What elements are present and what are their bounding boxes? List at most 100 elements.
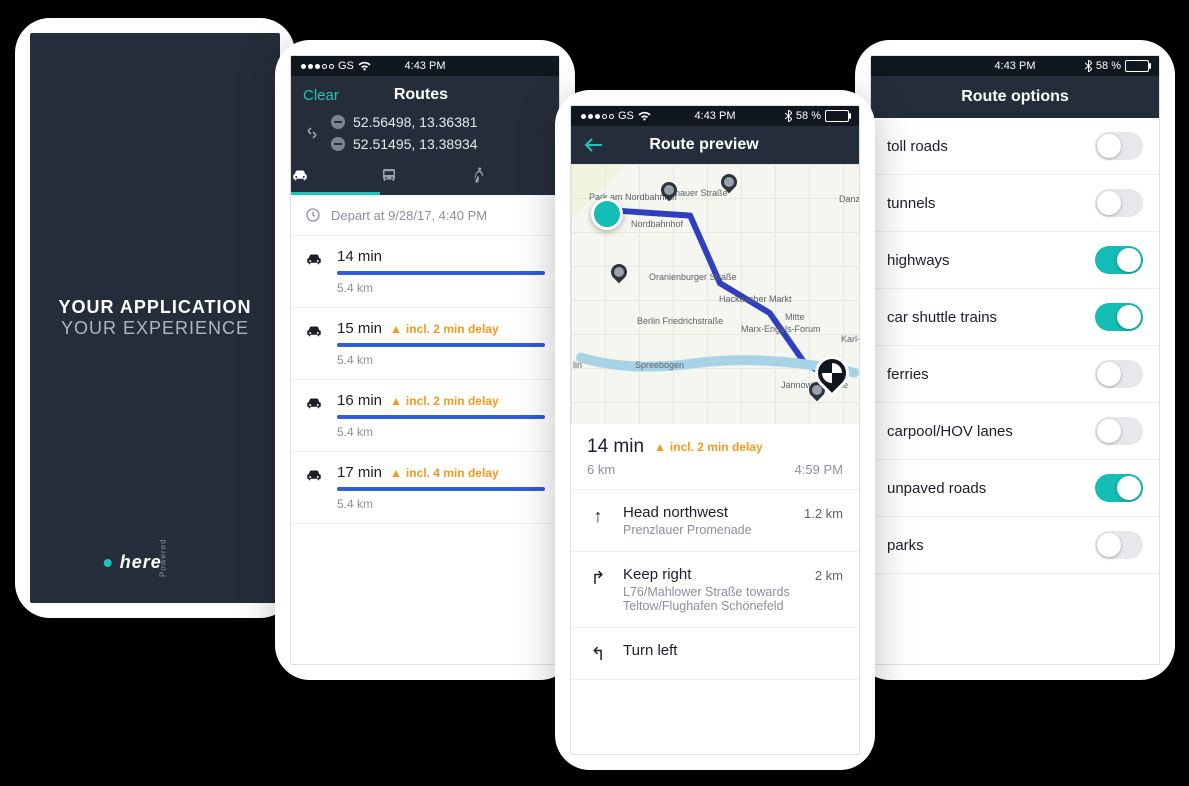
preview-navbar: Route preview: [571, 126, 859, 164]
status-bar: 4:43 PM 58 %: [871, 56, 1159, 76]
option-toggle[interactable]: [1095, 360, 1143, 388]
car-icon: [305, 248, 323, 295]
option-label: carpool/HOV lanes: [887, 423, 1013, 440]
depart-label: Depart at 9/28/17, 4:40 PM: [331, 208, 487, 223]
route-distance: 5.4 km: [337, 281, 545, 295]
option-toggle[interactable]: [1095, 474, 1143, 502]
destination-row[interactable]: 52.51495, 13.38934: [331, 136, 549, 152]
step-instruction: Keep right: [623, 566, 801, 583]
option-row: toll roads: [871, 118, 1159, 175]
here-dot-icon: [104, 559, 112, 567]
here-logo: here Powered: [104, 552, 207, 573]
options-list: toll roads tunnels highwayscar shuttle tra…: [871, 118, 1159, 574]
statusbar-time: 4:43 PM: [995, 60, 1036, 72]
mode-tabs: [291, 160, 559, 195]
step-distance: 2 km: [815, 566, 843, 583]
direction-step[interactable]: ↱ Keep right L76/Mahlower Straße towards T…: [571, 552, 859, 628]
map-place-label: Oranienburger Straße: [649, 272, 737, 282]
routes-navbar: Clear Routes: [291, 76, 559, 114]
route-bar: [337, 487, 545, 491]
summary-duration: 14 min: [587, 436, 644, 458]
route-summary: 14 min ▲ incl. 2 min delay 6 km 4:59 PM: [571, 424, 859, 490]
origin-value: 52.56498, 13.36381: [353, 114, 478, 130]
route-duration: 16 min: [337, 392, 382, 409]
status-bar: GS 4:43 PM: [291, 56, 559, 76]
route-distance: 5.4 km: [337, 425, 545, 439]
battery-pct: 58 %: [796, 110, 821, 122]
wifi-icon: [358, 61, 371, 71]
back-button[interactable]: [583, 137, 605, 153]
carrier-label: GS: [338, 60, 354, 72]
tab-transit[interactable]: [380, 166, 469, 195]
here-wordmark: here: [120, 552, 162, 573]
map-place-label: Marx-Engels-Forum: [741, 324, 821, 334]
step-instruction: Turn left: [623, 642, 829, 659]
depart-row[interactable]: Depart at 9/28/17, 4:40 PM: [291, 195, 559, 236]
map-place-label: Nordbahnhof: [631, 219, 683, 229]
map-place-label: Mitte: [785, 312, 805, 322]
statusbar-time: 4:43 PM: [695, 110, 736, 122]
warning-icon: ▲: [654, 440, 666, 454]
option-toggle[interactable]: [1095, 531, 1143, 559]
route-item[interactable]: 15 min ▲incl. 2 min delay 5.4 km: [291, 308, 559, 380]
battery-icon: [1125, 60, 1149, 72]
bluetooth-icon: [1085, 60, 1092, 72]
route-map[interactable]: Park am NordbahnhofBernauer StraßeNordba…: [571, 164, 859, 424]
route-item[interactable]: 14 min5.4 km: [291, 236, 559, 308]
signal-icon: [581, 114, 614, 119]
route-duration: 15 min: [337, 320, 382, 337]
status-bar: GS 4:43 PM 58 %: [571, 106, 859, 126]
option-toggle[interactable]: [1095, 303, 1143, 331]
origin-row[interactable]: 52.56498, 13.36381: [331, 114, 549, 130]
phone-preview: GS 4:43 PM 58 % Route preview: [555, 90, 875, 770]
map-place-label: Berlin Friedrichstraße: [637, 316, 723, 326]
step-road: Prenzlauer Promenade: [623, 523, 790, 537]
destination-dot-icon: [331, 137, 345, 151]
route-distance: 5.4 km: [337, 497, 545, 511]
option-row: ferries: [871, 346, 1159, 403]
direction-arrow-icon: ↑: [587, 504, 609, 537]
option-label: toll roads: [887, 138, 948, 155]
tab-car[interactable]: [291, 166, 380, 195]
bluetooth-icon: [785, 110, 792, 122]
option-row: carpool/HOV lanes: [871, 403, 1159, 460]
option-row: unpaved roads: [871, 460, 1159, 517]
option-label: tunnels: [887, 195, 935, 212]
map-place-label: Spreebogen: [635, 360, 684, 370]
statusbar-time: 4:43 PM: [405, 60, 446, 72]
splash-screen: YOUR APPLICATION YOUR EXPERIENCE here Po…: [30, 33, 280, 603]
steps-list: ↑Head northwestPrenzlauer Promenade1.2 k…: [571, 490, 859, 680]
route-delay: ▲incl. 2 min delay: [390, 322, 499, 336]
tab-walk[interactable]: [470, 166, 559, 195]
option-label: unpaved roads: [887, 480, 986, 497]
option-toggle[interactable]: [1095, 189, 1143, 217]
route-bar: [337, 271, 545, 275]
route-delay: ▲incl. 4 min delay: [390, 466, 499, 480]
clear-button[interactable]: Clear: [303, 87, 339, 104]
option-toggle[interactable]: [1095, 417, 1143, 445]
option-toggle[interactable]: [1095, 132, 1143, 160]
map-place-label: Danz: [839, 194, 859, 204]
car-icon: [305, 320, 323, 367]
direction-step[interactable]: ↰Turn left: [571, 628, 859, 680]
route-item[interactable]: 17 min ▲incl. 4 min delay 5.4 km: [291, 452, 559, 524]
option-toggle[interactable]: [1095, 246, 1143, 274]
wifi-icon: [638, 111, 651, 121]
option-row: tunnels: [871, 175, 1159, 232]
swap-endpoints-button[interactable]: [301, 125, 323, 141]
route-distance: 5.4 km: [337, 353, 545, 367]
route-duration: 17 min: [337, 464, 382, 481]
splash-line1: YOUR APPLICATION: [58, 297, 251, 318]
routes-list: 14 min5.4 km 15 min ▲incl. 2 min delay 5.4 …: [291, 236, 559, 524]
step-road: L76/Mahlower Straße towards Teltow/Flugh…: [623, 585, 801, 613]
summary-distance: 6 km: [587, 462, 615, 477]
route-item[interactable]: 16 min▲incl. 2 min delay5.4 km: [291, 380, 559, 452]
car-icon: [305, 464, 323, 511]
warning-icon: ▲: [390, 394, 402, 408]
option-row: highways: [871, 232, 1159, 289]
direction-arrow-icon: ↱: [587, 566, 609, 613]
direction-step[interactable]: ↑Head northwestPrenzlauer Promenade1.2 k…: [571, 490, 859, 552]
signal-icon: [301, 64, 334, 69]
option-label: parks: [887, 537, 924, 554]
option-row: car shuttle trains: [871, 289, 1159, 346]
